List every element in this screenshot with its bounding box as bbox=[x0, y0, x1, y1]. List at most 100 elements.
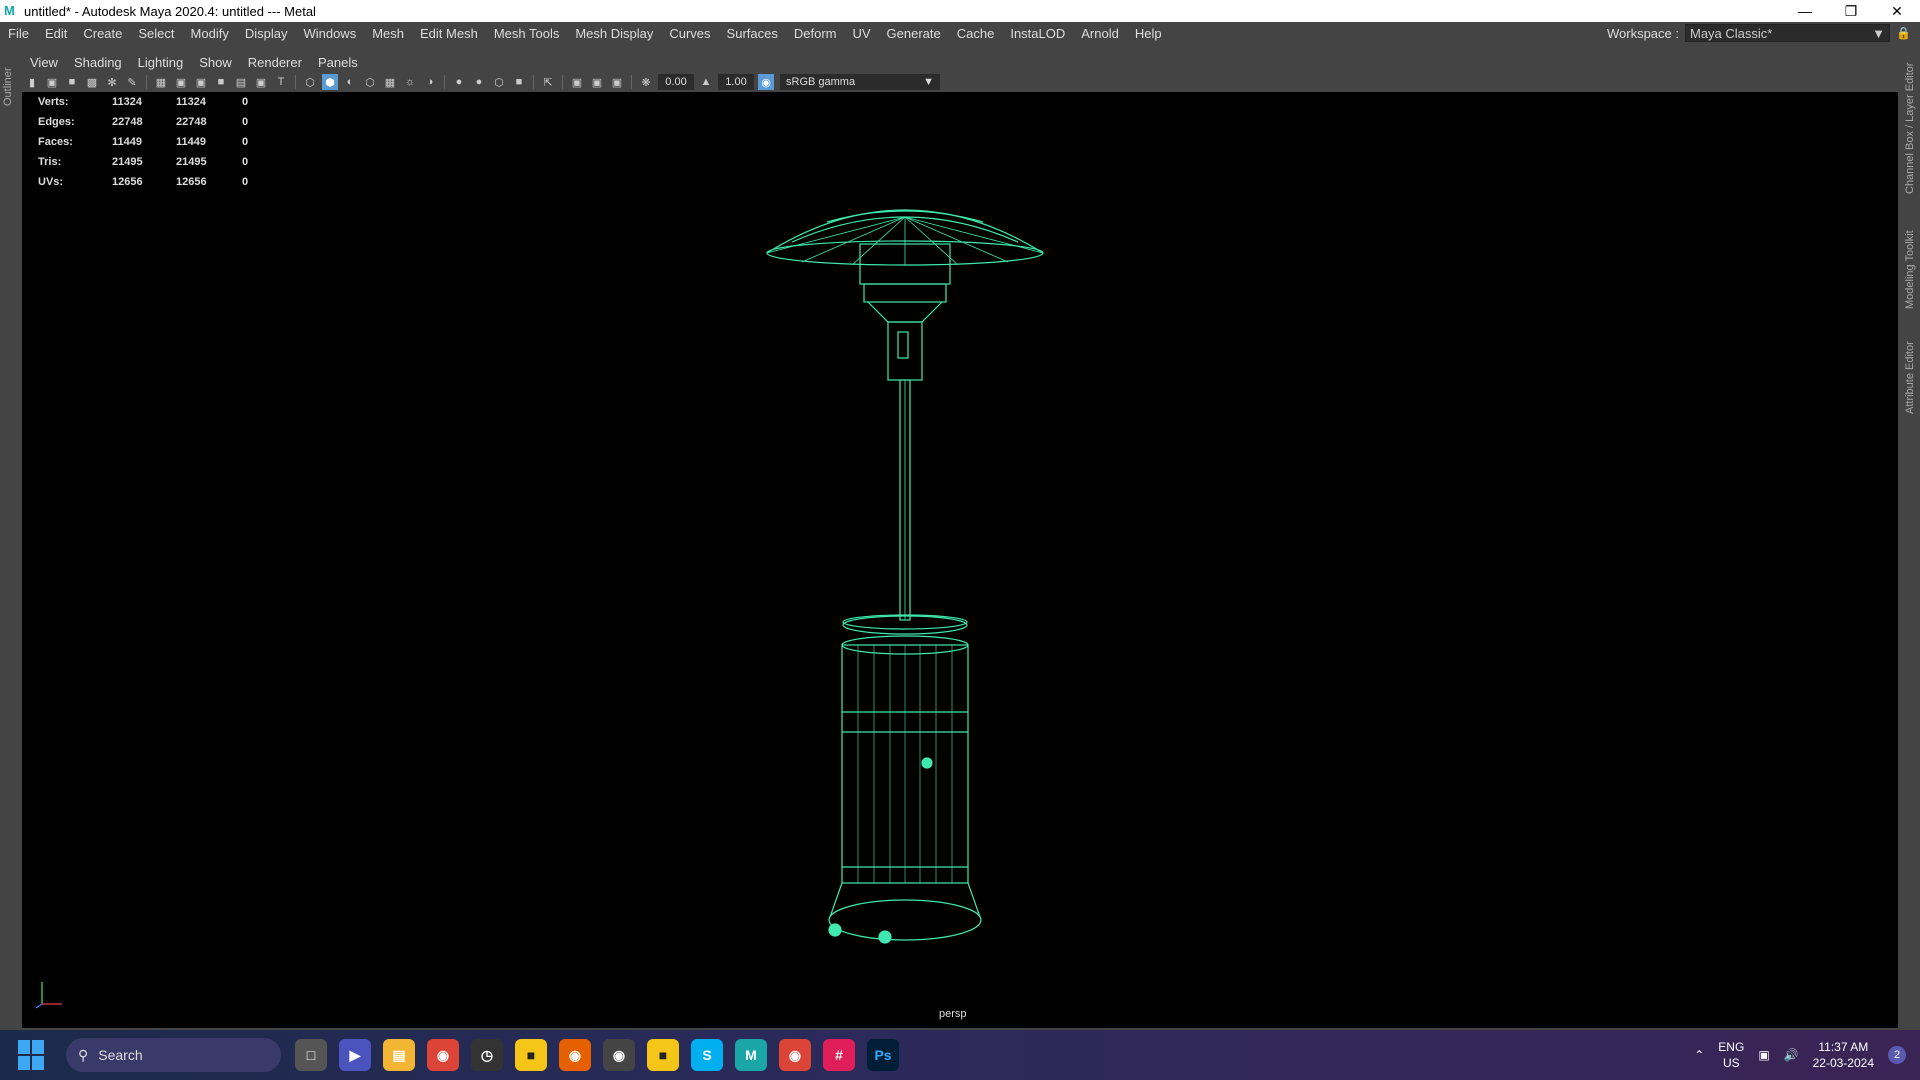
chrome-icon[interactable]: ◉ bbox=[427, 1039, 459, 1071]
menu-mesh-tools[interactable]: Mesh Tools bbox=[486, 26, 568, 41]
panel-menu-panels[interactable]: Panels bbox=[310, 55, 366, 70]
photoshop-icon[interactable]: Ps bbox=[867, 1039, 899, 1071]
close-icon[interactable]: ✕ bbox=[1874, 0, 1920, 22]
volume-icon[interactable]: 🔊 bbox=[1784, 1048, 1799, 1062]
xray-joints-icon[interactable]: ▣ bbox=[609, 74, 625, 90]
windows-taskbar: ⚲ Search □ ▶ ▤ ◉ ◷ ■ ◉ ◉ ■ S M ◉ # Ps ⌃ … bbox=[0, 1030, 1920, 1080]
task-view-icon[interactable]: □ bbox=[295, 1039, 327, 1071]
workspace-dropdown[interactable]: Maya Classic* ▼ bbox=[1685, 24, 1890, 42]
outliner-tab[interactable]: Outliner bbox=[2, 67, 14, 106]
notification-badge[interactable]: 2 bbox=[1888, 1046, 1906, 1064]
menu-mesh-display[interactable]: Mesh Display bbox=[567, 26, 661, 41]
safe-title-icon[interactable]: T bbox=[273, 74, 289, 90]
textured-icon[interactable]: ▦ bbox=[382, 74, 398, 90]
language-indicator[interactable]: ENG US bbox=[1718, 1039, 1744, 1071]
gamma-icon[interactable]: ▲ bbox=[698, 74, 714, 90]
view-transform-dropdown[interactable]: sRGB gamma ▼ bbox=[780, 74, 940, 90]
xray-icon[interactable]: ▣ bbox=[569, 74, 585, 90]
gate-mask-icon[interactable]: ■ bbox=[213, 74, 229, 90]
panel-menu-shading[interactable]: Shading bbox=[66, 55, 130, 70]
wireframe-icon[interactable]: ⬡ bbox=[302, 74, 318, 90]
menu-file[interactable]: File bbox=[0, 26, 37, 41]
channel-box-tab[interactable]: Channel Box / Layer Editor bbox=[1904, 63, 1916, 194]
use-all-lights-icon[interactable]: ☼ bbox=[402, 74, 418, 90]
modeling-toolkit-tab[interactable]: Modeling Toolkit bbox=[1904, 230, 1916, 309]
clock-app-icon[interactable]: ◷ bbox=[471, 1039, 503, 1071]
file-explorer-icon[interactable]: ▤ bbox=[383, 1039, 415, 1071]
isolate-select-icon[interactable]: ⇱ bbox=[540, 74, 556, 90]
firefox-icon[interactable]: ◉ bbox=[559, 1039, 591, 1071]
reflector-spokes bbox=[766, 216, 1044, 266]
menu-surfaces[interactable]: Surfaces bbox=[719, 26, 786, 41]
search-label: Search bbox=[98, 1047, 143, 1063]
menu-display[interactable]: Display bbox=[237, 26, 296, 41]
chrome-profile-icon[interactable]: ◉ bbox=[779, 1039, 811, 1071]
smooth-shade-icon[interactable]: ⬢ bbox=[322, 74, 338, 90]
steam-icon[interactable]: ◉ bbox=[603, 1039, 635, 1071]
menu-cache[interactable]: Cache bbox=[949, 26, 1003, 41]
xray-active-icon[interactable]: ▣ bbox=[589, 74, 605, 90]
shadows-icon[interactable]: ◑ bbox=[422, 74, 438, 90]
toolbar-separator bbox=[444, 75, 445, 89]
screen-space-ao-icon[interactable]: ● bbox=[451, 74, 467, 90]
menu-generate[interactable]: Generate bbox=[879, 26, 949, 41]
default-material-icon[interactable]: ◐ bbox=[342, 74, 358, 90]
menu-deform[interactable]: Deform bbox=[786, 26, 845, 41]
anti-aliasing-icon[interactable]: ⬡ bbox=[491, 74, 507, 90]
skype-icon[interactable]: S bbox=[691, 1039, 723, 1071]
right-side-strip: Channel Box / Layer Editor Modeling Tool… bbox=[1900, 44, 1920, 1030]
menu-instalod[interactable]: InstaLOD bbox=[1002, 26, 1073, 41]
toolbar-separator bbox=[631, 75, 632, 89]
menu-curves[interactable]: Curves bbox=[661, 26, 718, 41]
panel-menu-renderer[interactable]: Renderer bbox=[240, 55, 310, 70]
sticky-notes-app-icon[interactable]: ■ bbox=[647, 1039, 679, 1071]
menu-windows[interactable]: Windows bbox=[295, 26, 364, 41]
menu-create[interactable]: Create bbox=[75, 26, 130, 41]
select-camera-icon[interactable]: ▮ bbox=[24, 74, 40, 90]
maya-icon[interactable]: M bbox=[735, 1039, 767, 1071]
menu-uv[interactable]: UV bbox=[844, 26, 878, 41]
clock[interactable]: 11:37 AM 22-03-2024 bbox=[1813, 1039, 1874, 1071]
motion-blur-icon[interactable]: ● bbox=[471, 74, 487, 90]
menu-modify[interactable]: Modify bbox=[183, 26, 237, 41]
panel-menu-show[interactable]: Show bbox=[191, 55, 240, 70]
film-gate-icon[interactable]: ▣ bbox=[173, 74, 189, 90]
menu-mesh[interactable]: Mesh bbox=[364, 26, 412, 41]
safe-action-icon[interactable]: ▣ bbox=[253, 74, 269, 90]
exposure-icon[interactable]: ❋ bbox=[638, 74, 654, 90]
chevron-up-icon[interactable]: ⌃ bbox=[1694, 1048, 1704, 1062]
meet-icon[interactable]: ▶ bbox=[339, 1039, 371, 1071]
exposure-field[interactable]: 0.00 bbox=[658, 74, 694, 90]
camera-attributes-icon[interactable]: ▣ bbox=[44, 74, 60, 90]
menu-edit[interactable]: Edit bbox=[37, 26, 75, 41]
sticky-notes-icon[interactable]: ■ bbox=[515, 1039, 547, 1071]
2d-pan-zoom-icon[interactable]: ✻ bbox=[104, 74, 120, 90]
patio-heater-wireframe-model[interactable] bbox=[22, 92, 1898, 1028]
taskbar-search[interactable]: ⚲ Search bbox=[66, 1038, 281, 1072]
network-icon[interactable]: ▣ bbox=[1758, 1048, 1769, 1062]
menu-arnold[interactable]: Arnold bbox=[1073, 26, 1127, 41]
minimize-icon[interactable]: — bbox=[1782, 0, 1828, 22]
lock-icon[interactable]: 🔒 bbox=[1896, 26, 1911, 40]
grid-icon[interactable]: ▦ bbox=[153, 74, 169, 90]
image-plane-icon[interactable]: ▩ bbox=[84, 74, 100, 90]
field-chart-icon[interactable]: ▤ bbox=[233, 74, 249, 90]
menu-edit-mesh[interactable]: Edit Mesh bbox=[412, 26, 486, 41]
perspective-viewport[interactable]: Verts: 11324 11324 0 Edges: 22748 22748 … bbox=[22, 92, 1898, 1028]
gamma-field[interactable]: 1.00 bbox=[718, 74, 754, 90]
slack-icon[interactable]: # bbox=[823, 1039, 855, 1071]
z-axis bbox=[36, 1003, 43, 1009]
attribute-editor-tab[interactable]: Attribute Editor bbox=[1904, 341, 1916, 414]
bookmark-icon[interactable]: ■ bbox=[64, 74, 80, 90]
menu-help[interactable]: Help bbox=[1127, 26, 1170, 41]
grease-pencil-icon[interactable]: ✎ bbox=[124, 74, 140, 90]
menu-select[interactable]: Select bbox=[130, 26, 182, 41]
restore-icon[interactable]: ❐ bbox=[1828, 0, 1874, 22]
depth-of-field-icon[interactable]: ■ bbox=[511, 74, 527, 90]
resolution-gate-icon[interactable]: ▣ bbox=[193, 74, 209, 90]
color-management-icon[interactable]: ◉ bbox=[758, 74, 774, 90]
panel-menu-view[interactable]: View bbox=[22, 55, 66, 70]
panel-menu-lighting[interactable]: Lighting bbox=[130, 55, 192, 70]
windows-start-icon[interactable] bbox=[18, 1040, 48, 1070]
wireframe-on-shaded-icon[interactable]: ⬡ bbox=[362, 74, 378, 90]
